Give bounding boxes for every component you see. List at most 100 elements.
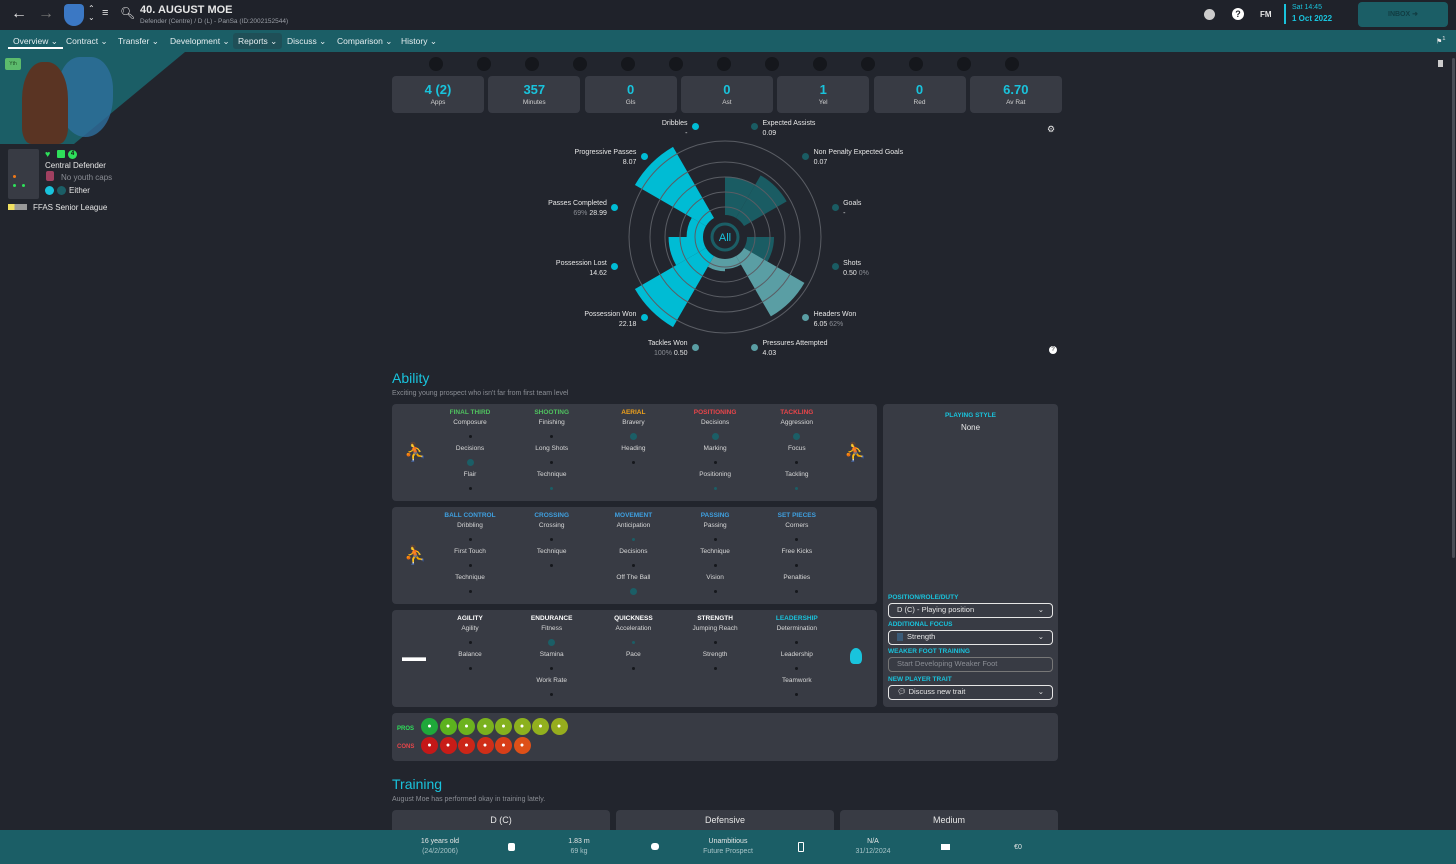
attribute-name[interactable]: Positioning [670, 471, 760, 480]
star-icon[interactable]: ● [458, 718, 475, 735]
stat-box-gls[interactable]: 0 Gls [584, 76, 677, 113]
radar-help-icon[interactable]: ? [1049, 346, 1057, 354]
stat-box-yel[interactable]: 1 Yel [777, 76, 870, 113]
stat-box-red[interactable]: 0 Red [873, 76, 966, 113]
attribute-name[interactable]: Heading [588, 445, 678, 454]
scrollbar[interactable] [1452, 58, 1455, 558]
forward-icon[interactable]: → [38, 5, 54, 23]
radar-dot[interactable] [640, 314, 648, 322]
ball-icon[interactable]: ● [421, 737, 438, 754]
tab-development[interactable]: Development ⌄ [165, 33, 235, 49]
achievement-icon[interactable] [765, 57, 779, 71]
tab-history[interactable]: History ⌄ [396, 33, 442, 49]
chain-icon[interactable]: ● [495, 718, 512, 735]
achievement-icon[interactable] [717, 57, 731, 71]
achievement-icon[interactable] [525, 57, 539, 71]
handshake-icon[interactable]: ● [532, 718, 549, 735]
tab-reports[interactable]: Reports ⌄ [233, 33, 283, 49]
attribute-name[interactable]: First Touch [425, 548, 515, 557]
back-icon[interactable]: ← [11, 5, 27, 23]
attribute-name[interactable]: Composure [425, 419, 515, 428]
cone-gear-icon[interactable]: ● [513, 737, 531, 754]
tab-contract[interactable]: Contract ⌄ [61, 33, 113, 49]
achievement-icon[interactable] [621, 57, 635, 71]
attribute-name[interactable]: Technique [670, 548, 760, 557]
radar-dot[interactable] [691, 343, 699, 351]
training-unit-box[interactable]: Defensive [616, 810, 834, 830]
attribute-name[interactable]: Determination [752, 625, 842, 634]
notification-icon[interactable]: ⚑1 [1436, 36, 1446, 45]
attribute-name[interactable]: Fitness [507, 625, 597, 634]
tab-transfer[interactable]: Transfer ⌄ [113, 33, 164, 49]
clipboard-icon[interactable] [1438, 60, 1443, 67]
search-icon[interactable]: 🔍︎ [120, 6, 135, 20]
attribute-name[interactable]: Pace [588, 651, 678, 660]
attribute-name[interactable]: Marking [670, 445, 760, 454]
attribute-name[interactable]: Flair [425, 471, 515, 480]
attribute-name[interactable]: Technique [425, 574, 515, 583]
additional-focus-select[interactable]: Strength ⌄ [888, 630, 1053, 645]
tab-overview[interactable]: Overview ⌄ [8, 33, 63, 49]
attribute-name[interactable]: Leadership [752, 651, 842, 660]
achievement-icon[interactable] [813, 57, 827, 71]
tab-discuss[interactable]: Discuss ⌄ [282, 33, 331, 49]
achievement-icon[interactable] [1005, 57, 1019, 71]
attribute-name[interactable]: Dribbling [425, 522, 515, 531]
target-icon[interactable]: ● [495, 737, 512, 754]
tab-comparison[interactable]: Comparison ⌄ [332, 33, 397, 49]
up-down-icon[interactable]: ⌃ ⌄ [88, 4, 95, 22]
net-icon[interactable]: ● [439, 718, 457, 735]
game-date[interactable]: 1 Oct 2022 [1292, 14, 1332, 23]
attribute-name[interactable]: Decisions [425, 445, 515, 454]
menu-icon[interactable]: ≡ [102, 7, 108, 19]
flask-icon[interactable]: ● [421, 718, 438, 735]
attribute-name[interactable]: Free Kicks [752, 548, 842, 557]
footprint-icon[interactable]: ● [513, 718, 531, 735]
attribute-name[interactable]: Finishing [507, 419, 597, 428]
training-intensity-box[interactable]: Medium [840, 810, 1058, 830]
globe-icon[interactable] [1204, 9, 1215, 20]
attribute-name[interactable] [588, 471, 678, 480]
attribute-name[interactable]: Acceleration [588, 625, 678, 634]
sad-cone-icon[interactable]: ● [439, 737, 457, 754]
head-icon[interactable]: ● [458, 737, 475, 754]
radar-dot[interactable] [831, 203, 839, 211]
attribute-name[interactable]: Corners [752, 522, 842, 531]
club-badge-icon[interactable] [64, 4, 84, 26]
inbox-button[interactable]: INBOX ➜ [1358, 2, 1448, 27]
attribute-name[interactable]: Decisions [670, 419, 760, 428]
attribute-name[interactable]: Technique [507, 548, 597, 557]
achievement-icon[interactable] [573, 57, 587, 71]
attribute-name[interactable]: Focus [752, 445, 842, 454]
position-role-duty-select[interactable]: D (C) - Playing position ⌄ [888, 603, 1053, 618]
attribute-name[interactable]: Aggression [752, 419, 842, 428]
attribute-name[interactable]: Vision [670, 574, 760, 583]
attribute-name[interactable]: Teamwork [752, 677, 842, 686]
attribute-name[interactable]: Strength [670, 651, 760, 660]
training-position-box[interactable]: D (C) [392, 810, 610, 830]
new-trait-select[interactable]: 💬︎ Discuss new trait ⌄ [888, 685, 1053, 700]
attribute-name[interactable]: Balance [425, 651, 515, 660]
weaker-foot-button[interactable]: Start Developing Weaker Foot [888, 657, 1053, 672]
attribute-name[interactable] [507, 574, 597, 583]
radar-dot[interactable] [640, 152, 648, 160]
stat-box-apps[interactable]: 4 (2) Apps [392, 76, 484, 113]
attribute-name[interactable]: Long Shots [507, 445, 597, 454]
broken-chain-icon[interactable]: ● [476, 737, 494, 754]
achievement-icon[interactable] [477, 57, 491, 71]
radar-dot[interactable] [751, 343, 758, 351]
stat-box-av-rat[interactable]: 6.70 Av Rat [969, 76, 1062, 113]
attribute-name[interactable] [670, 677, 760, 686]
attribute-name[interactable]: Tackling [752, 471, 842, 480]
radar-dot[interactable] [831, 263, 839, 270]
stat-box-minutes[interactable]: 357 Minutes [488, 76, 581, 113]
league-name[interactable]: FFAS Senior League [33, 203, 107, 212]
achievement-icon[interactable] [909, 57, 923, 71]
attribute-name[interactable]: Bravery [588, 419, 678, 428]
attribute-name[interactable]: Penalties [752, 574, 842, 583]
achievement-icon[interactable] [861, 57, 875, 71]
attribute-name[interactable]: Crossing [507, 522, 597, 531]
attribute-name[interactable]: Jumping Reach [670, 625, 760, 634]
attribute-name[interactable]: Technique [507, 471, 597, 480]
fm-button[interactable]: FM [1260, 10, 1272, 19]
